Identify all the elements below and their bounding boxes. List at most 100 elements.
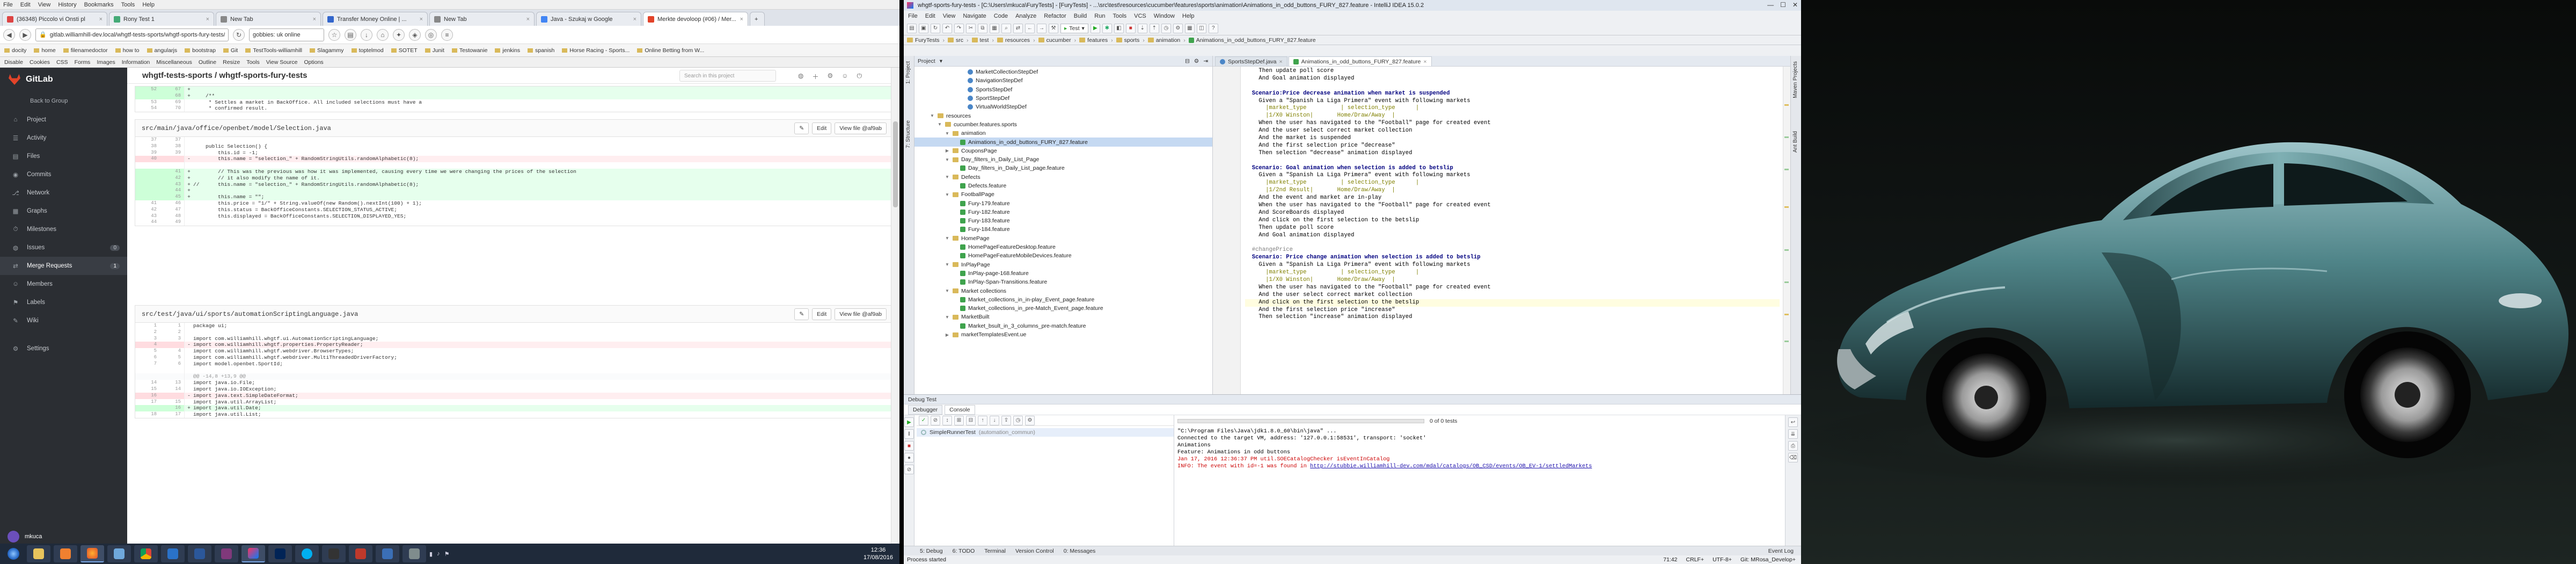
breadcrumb-item[interactable]: animation: [1147, 37, 1180, 44]
profile-icon[interactable]: ☺: [841, 72, 848, 81]
old-line-number[interactable]: 16: [135, 392, 160, 399]
sidebar-item-merge-requests[interactable]: ⇄ Merge Requests 1: [0, 257, 127, 275]
gear-icon[interactable]: ⚙: [1194, 58, 1199, 64]
bookmark-item[interactable]: spanish: [528, 47, 554, 54]
maven-tool-tab[interactable]: Maven Projects: [1792, 61, 1798, 98]
sidebar-item-settings[interactable]: ⚙ Settings: [0, 339, 127, 358]
browser-menu-help[interactable]: Help: [142, 2, 155, 8]
project-tree-node[interactable]: MarketCollectionStepDef: [914, 68, 1212, 76]
forward-button[interactable]: ▶: [19, 28, 31, 41]
cut-icon[interactable]: ✂: [966, 23, 976, 33]
old-line-number[interactable]: 17: [135, 399, 160, 406]
taskbar-explorer[interactable]: [27, 545, 50, 562]
close-tab-icon[interactable]: ×: [633, 16, 636, 23]
error-stripe-mark[interactable]: [1784, 249, 1789, 251]
project-tree-node[interactable]: Fury-183.feature: [914, 216, 1212, 225]
bookmark-item[interactable]: filenamedoctor: [63, 47, 108, 54]
project-tree-node[interactable]: HomePageFeatureMobileDevices.feature: [914, 251, 1212, 260]
edit-button[interactable]: Edit: [812, 308, 832, 320]
project-search-input[interactable]: Search in this project: [679, 70, 776, 82]
old-line-number[interactable]: 14: [135, 380, 160, 386]
expand-icon[interactable]: ⊞: [954, 415, 964, 425]
settings-icon[interactable]: ⚙: [1025, 415, 1035, 425]
ant-build-tool-tab[interactable]: Ant Build: [1792, 131, 1798, 153]
tool-window-tab[interactable]: 5: Debug: [920, 548, 943, 554]
project-tree-node[interactable]: ▼ animation: [914, 129, 1212, 138]
soft-wrap-icon[interactable]: ↩: [1788, 417, 1798, 427]
view-breakpoints-icon[interactable]: ●: [904, 453, 914, 462]
web-dev-menu-item[interactable]: CSS: [56, 59, 68, 66]
old-line-number[interactable]: 2: [135, 329, 160, 336]
ide-menu-help[interactable]: Help: [1182, 13, 1195, 19]
new-line-number[interactable]: 47: [160, 206, 185, 213]
expand-arrow-icon[interactable]: ▼: [945, 262, 950, 267]
browser-tab[interactable]: (36348) Piccolo vi Onsti pl ×: [2, 12, 107, 26]
redo-icon[interactable]: ↷: [954, 23, 964, 33]
old-line-number[interactable]: [135, 175, 160, 182]
old-line-number[interactable]: 43: [135, 213, 160, 220]
taskbar-firefox[interactable]: [80, 545, 104, 562]
new-line-number[interactable]: [160, 367, 185, 374]
status-item[interactable]: UTF-8+: [1713, 556, 1732, 563]
admin-icon[interactable]: ⚙: [827, 72, 833, 81]
bookmark-item[interactable]: toptelmod: [351, 47, 384, 54]
expand-arrow-icon[interactable]: ▼: [945, 175, 950, 179]
project-tree-node[interactable]: Fury-184.feature: [914, 225, 1212, 234]
project-tree-node[interactable]: Defects.feature: [914, 182, 1212, 190]
project-tree-node[interactable]: ▼ resources: [914, 111, 1212, 120]
new-line-number[interactable]: 16: [160, 405, 185, 412]
bookmarks-icon[interactable]: ▤: [345, 28, 356, 41]
error-stripe-mark[interactable]: [1784, 136, 1789, 138]
close-tab-icon[interactable]: ×: [313, 16, 316, 23]
sdk-icon[interactable]: ◫: [1196, 23, 1206, 33]
new-line-number[interactable]: [160, 392, 185, 399]
ide-menu-analyze[interactable]: Analyze: [1015, 13, 1036, 19]
sidebar-item-project[interactable]: ⌂ Project: [0, 111, 127, 129]
project-tree-node[interactable]: Market_bsult_in_3_columns_pre-match.feat…: [914, 322, 1212, 330]
new-line-number[interactable]: 43: [160, 181, 185, 188]
expand-arrow-icon[interactable]: ▼: [937, 122, 942, 127]
bookmark-item[interactable]: Testowanie: [451, 47, 487, 54]
taskbar-app-red[interactable]: [349, 545, 372, 562]
copy-icon[interactable]: ⧉: [978, 23, 987, 33]
taskbar-notepad[interactable]: [107, 545, 131, 562]
status-item[interactable]: CRLF+: [1686, 556, 1704, 563]
make-icon[interactable]: ⚒: [1049, 23, 1058, 33]
ide-menu-build[interactable]: Build: [1074, 13, 1087, 19]
old-line-number[interactable]: 4: [135, 342, 160, 349]
collapse-icon[interactable]: ⊟: [966, 415, 976, 425]
browser-menu-file[interactable]: File: [3, 2, 13, 8]
browser-tab[interactable]: Java - Szukaj w Google ×: [536, 12, 641, 26]
browser-tab[interactable]: New Tab ×: [216, 12, 321, 26]
sidebar-item-activity[interactable]: ☰ Activity: [0, 129, 127, 147]
old-line-number[interactable]: 42: [135, 207, 160, 213]
close-tab-icon[interactable]: ×: [740, 16, 743, 23]
tool-window-tab[interactable]: Version Control: [1015, 548, 1054, 554]
error-stripe-mark[interactable]: [1784, 341, 1789, 342]
breadcrumb-item[interactable]: FuryTests: [907, 37, 940, 44]
ide-menu-run[interactable]: Run: [1094, 13, 1105, 19]
new-line-number[interactable]: 41: [160, 168, 185, 175]
run-icon[interactable]: ▶: [1090, 23, 1100, 33]
save-icon[interactable]: ▣: [919, 23, 928, 33]
editor-tab[interactable]: SportsStepDef.java ×: [1215, 56, 1287, 66]
close-tab-icon[interactable]: ×: [1423, 59, 1426, 65]
mute-breakpoints-icon[interactable]: ⊘: [904, 465, 914, 474]
network-icon[interactable]: ▮: [429, 551, 433, 558]
project-tree-node[interactable]: ▼ MarketBuilt: [914, 313, 1212, 321]
ide-menu-tools[interactable]: Tools: [1113, 13, 1126, 19]
new-line-number[interactable]: 1: [160, 323, 185, 329]
error-stripe-mark[interactable]: [1784, 206, 1789, 208]
new-line-number[interactable]: 67: [160, 86, 185, 93]
ide-menu-vcs[interactable]: VCS: [1134, 13, 1146, 19]
test-root-node[interactable]: SimpleRunnerTest (automation_commun): [917, 428, 1174, 437]
project-tree-node[interactable]: Animations_in_odd_buttons_FURY_827.featu…: [914, 138, 1212, 147]
expand-arrow-icon[interactable]: ▼: [945, 288, 950, 293]
new-line-number[interactable]: 46: [160, 200, 185, 207]
taskbar-intellij[interactable]: [241, 545, 265, 562]
coverage-icon[interactable]: ◧: [1114, 23, 1124, 33]
show-ignored-icon[interactable]: ⊘: [931, 415, 940, 425]
web-dev-menu-item[interactable]: Tools: [246, 59, 260, 66]
bookmark-item[interactable]: how to: [115, 47, 140, 54]
history-icon[interactable]: ◷: [1013, 415, 1023, 425]
